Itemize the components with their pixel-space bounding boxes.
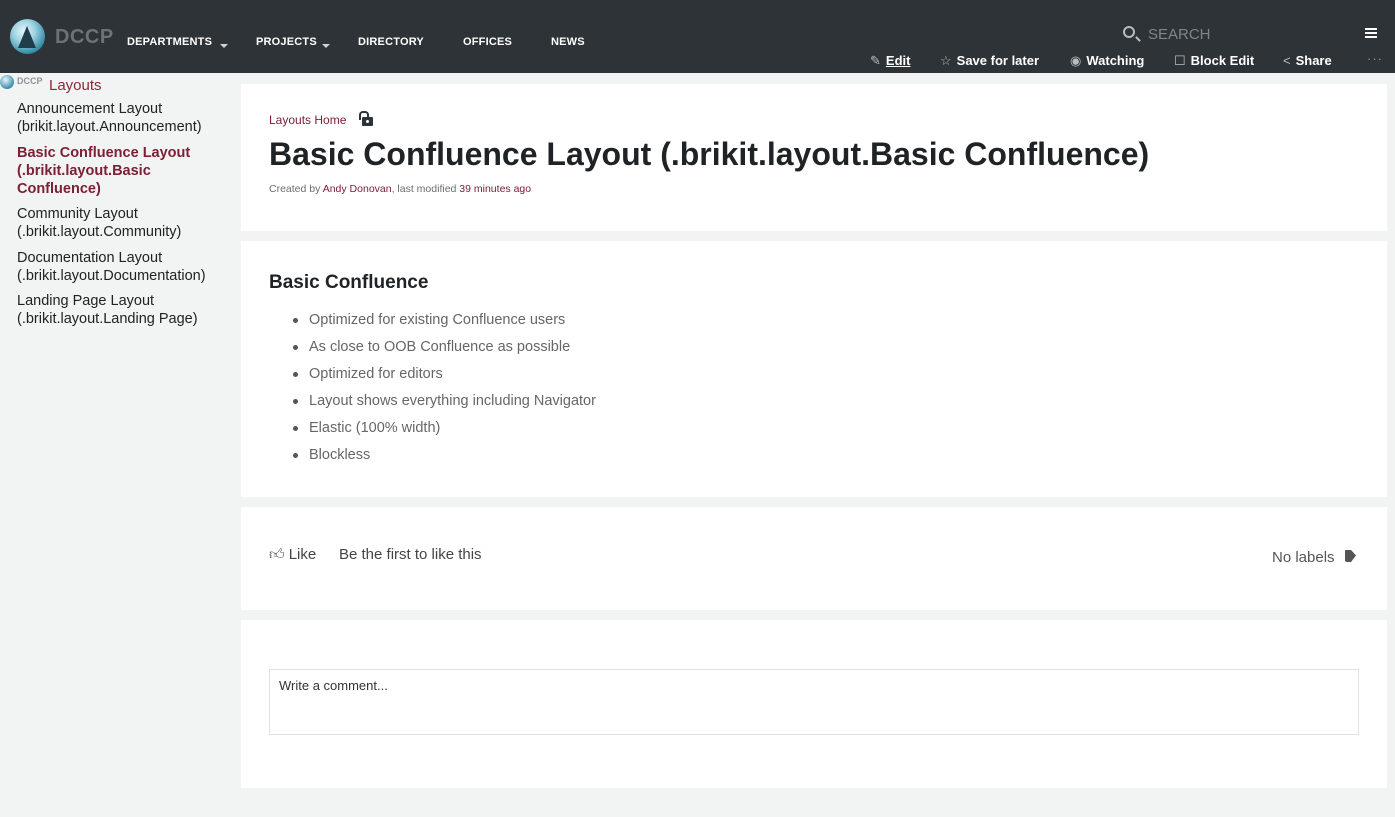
nav-departments[interactable]: DEPARTMENTS: [127, 36, 212, 48]
unlock-icon[interactable]: [359, 111, 373, 126]
pencil-icon: ✎: [870, 53, 881, 68]
top-navigation-bar: DCCP DEPARTMENTS PROJECTS DIRECTORY OFFI…: [0, 0, 1395, 73]
byline-prefix: Created by: [269, 183, 323, 195]
sidebar-item-documentation-layout[interactable]: Documentation Layout (.brikit.layout.Doc…: [17, 249, 232, 285]
sidebar-item-announcement-layout[interactable]: Announcement Layout (brikit.layout.Annou…: [17, 100, 232, 136]
star-icon: ☆: [940, 53, 952, 68]
sidebar-logo-icon: [0, 75, 14, 89]
chevron-down-icon: [322, 44, 330, 48]
share-button[interactable]: < Share: [1283, 53, 1332, 68]
menu-icon[interactable]: [1365, 28, 1377, 38]
list-item: Layout shows everything including Naviga…: [289, 392, 596, 419]
feature-list: Optimized for existing Confluence users …: [289, 311, 596, 473]
sidebar-brand: DCCP: [17, 76, 43, 86]
sidebar-title[interactable]: Layouts: [49, 77, 102, 94]
thumbs-up-icon: 👍︎: [269, 546, 285, 563]
content-heading: Basic Confluence: [269, 272, 429, 293]
comment-input[interactable]: [269, 669, 1359, 735]
author-link[interactable]: Andy Donovan: [323, 183, 392, 195]
list-item: As close to OOB Confluence as possible: [289, 338, 596, 365]
nav-projects[interactable]: PROJECTS: [256, 36, 317, 48]
page-byline: Created by Andy Donovan, last modified 3…: [269, 183, 531, 195]
like-status-text: Be the first to like this: [339, 546, 482, 563]
sidebar-item-landing-page-layout[interactable]: Landing Page Layout (.brikit.layout.Land…: [17, 292, 232, 328]
sidebar-item-basic-confluence-layout[interactable]: Basic Confluence Layout (.brikit.layout.…: [17, 144, 232, 198]
edit-button[interactable]: ✎ Edit: [870, 53, 910, 69]
nav-offices[interactable]: OFFICES: [463, 36, 512, 48]
nav-news[interactable]: NEWS: [551, 36, 585, 48]
block-edit-button[interactable]: ☐ Block Edit: [1174, 53, 1254, 69]
watching-button[interactable]: ◉ Watching: [1070, 53, 1144, 69]
search-icon[interactable]: [1123, 26, 1135, 38]
byline-mid: , last modified: [391, 183, 460, 195]
save-for-later-label: Save for later: [956, 53, 1040, 68]
like-button[interactable]: 👍︎ Like: [269, 546, 316, 564]
labels-text[interactable]: No labels: [1272, 549, 1335, 566]
edit-label: Edit: [885, 53, 911, 68]
share-label: Share: [1295, 53, 1332, 68]
last-modified-link[interactable]: 39 minutes ago: [459, 183, 531, 195]
logo-peak-icon: [18, 26, 36, 48]
breadcrumb[interactable]: Layouts Home: [269, 113, 346, 127]
list-item: Optimized for existing Confluence users: [289, 311, 596, 338]
list-item: Blockless: [289, 446, 596, 473]
brand-name[interactable]: DCCP: [55, 26, 114, 49]
nav-directory[interactable]: DIRECTORY: [358, 36, 424, 48]
eye-icon: ◉: [1070, 53, 1082, 68]
chevron-down-icon: [220, 44, 228, 48]
block-edit-label: Block Edit: [1190, 53, 1255, 68]
watching-label: Watching: [1086, 53, 1145, 68]
search-input[interactable]: [1148, 24, 1348, 44]
more-actions-icon[interactable]: ···: [1367, 51, 1383, 66]
edit-square-icon: ☐: [1174, 53, 1186, 68]
share-icon: <: [1283, 53, 1291, 68]
sidebar-item-community-layout[interactable]: Community Layout (.brikit.layout.Communi…: [17, 205, 232, 241]
list-item: Elastic (100% width): [289, 419, 596, 446]
list-item: Optimized for editors: [289, 365, 596, 392]
page-title: Basic Confluence Layout (.brikit.layout.…: [269, 136, 1150, 172]
save-for-later-button[interactable]: ☆ Save for later: [940, 53, 1039, 69]
like-label: Like: [288, 546, 317, 563]
